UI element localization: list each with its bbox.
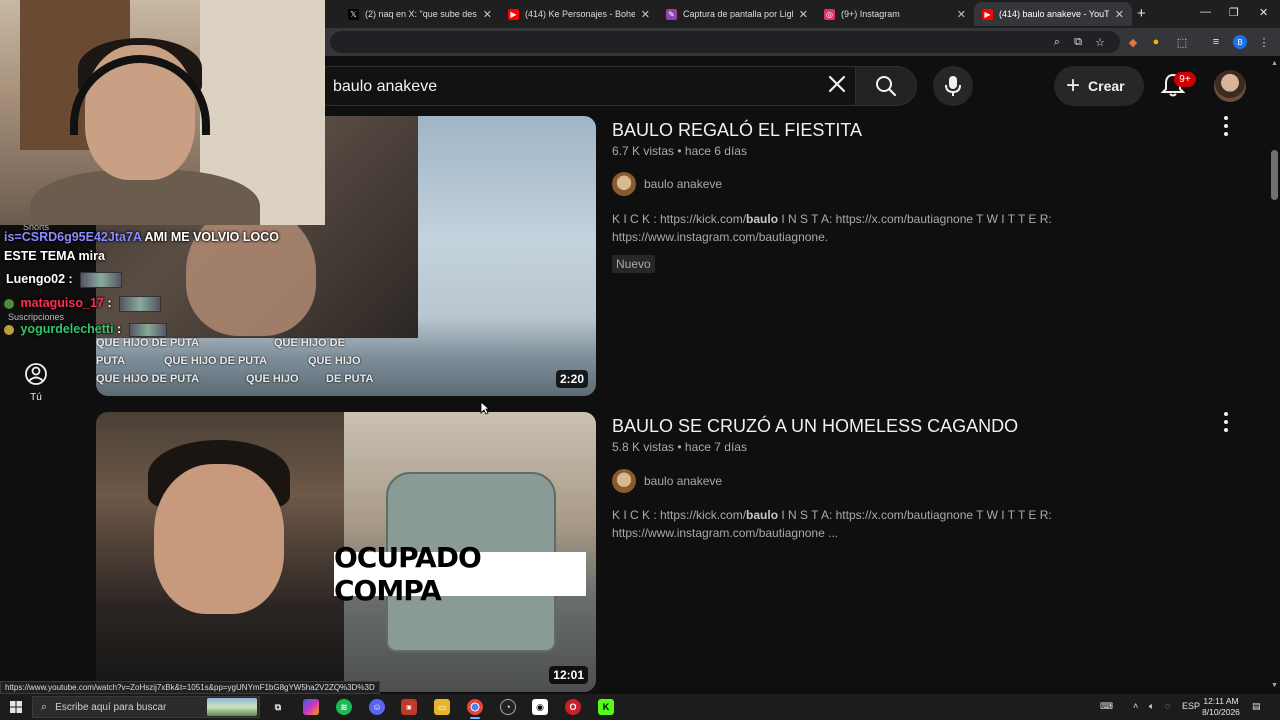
- lightshot-icon: ✎: [666, 8, 677, 20]
- voice-search-button[interactable]: [933, 66, 973, 106]
- plus-icon: +: [1066, 72, 1081, 99]
- tab-youtube-search-active[interactable]: ▶ (414) baulo anakeve - YouTube ✕: [974, 2, 1132, 26]
- chrome-icon[interactable]: [467, 699, 483, 719]
- new-tab-button[interactable]: +: [1137, 5, 1146, 22]
- search-button[interactable]: [855, 66, 917, 106]
- chat-emote: [80, 271, 123, 288]
- zoom-icon[interactable]: ⌕: [1049, 34, 1065, 50]
- video-metadata: 6.7 K vistas • hace 6 días: [612, 144, 747, 158]
- video-description-snippet: K I C K : https://kick.com/baulo I N S T…: [612, 508, 1052, 540]
- microphone-icon: [945, 76, 961, 96]
- chat-message: yogurdelechetti :: [4, 319, 167, 339]
- video-duration: 2:20: [555, 370, 588, 388]
- cast-icon[interactable]: ⧉: [1070, 34, 1086, 50]
- create-button[interactable]: + Crear: [1054, 66, 1144, 106]
- notification-center-icon[interactable]: ▤: [1252, 701, 1261, 712]
- extension-icon[interactable]: ◆: [1125, 34, 1141, 50]
- file-explorer-icon[interactable]: ▭: [434, 699, 450, 715]
- keyboard-icon[interactable]: ⌨: [1100, 701, 1113, 712]
- video-duration: 12:01: [549, 666, 588, 684]
- chat-message: is=CSRD6g95E42Jta7A AMI ME VOLVIO LOCO: [4, 230, 279, 244]
- search-highlight-image: [207, 698, 257, 716]
- bookmark-star-icon[interactable]: ☆: [1092, 34, 1108, 50]
- channel-link[interactable]: baulo anakeve: [612, 469, 722, 493]
- scrollbar-thumb[interactable]: [1271, 150, 1278, 200]
- chat-emote: [119, 295, 161, 312]
- video-title-link[interactable]: BAULO REGALÓ EL FIESTITA: [612, 120, 862, 141]
- window-close-icon[interactable]: ✕: [1259, 6, 1268, 19]
- spotify-icon[interactable]: ≋: [336, 699, 352, 715]
- mouse-cursor-icon: [480, 401, 490, 415]
- browser-menu-icon[interactable]: ⋮: [1256, 34, 1272, 50]
- x-icon: 𝕏: [348, 8, 359, 20]
- taskbar-clock[interactable]: 12:11 AM 8/10/2026: [1196, 696, 1246, 718]
- copilot-icon[interactable]: [303, 699, 319, 715]
- chat-message: Luengo02 :: [6, 269, 123, 289]
- thumbnail-person-image: [96, 412, 344, 692]
- video-metadata: 5.8 K vistas • hace 7 días: [612, 440, 747, 454]
- link-hover-status-url: https://www.youtube.com/watch?v=ZoHszij7…: [0, 681, 380, 694]
- windows-taskbar: ⌕ Escribe aquí para buscar ⧉ ≋ ☺ ▣ ▭ ◔ ◉…: [0, 694, 1280, 720]
- search-input[interactable]: baulo anakeve: [310, 66, 860, 106]
- tab-lightshot[interactable]: ✎ Captura de pantalla por Lightsh ✕: [658, 2, 816, 26]
- extension-icon[interactable]: ●: [1148, 34, 1164, 50]
- video-thumbnail[interactable]: OCUPADO COMPA 12:01: [96, 412, 596, 692]
- more-actions-icon[interactable]: [1218, 412, 1234, 432]
- channel-link[interactable]: baulo anakeve: [612, 172, 722, 196]
- streamer-webcam-overlay: [0, 0, 325, 225]
- search-icon: [876, 76, 897, 97]
- close-tab-icon[interactable]: ✕: [641, 8, 650, 21]
- speaker-icon[interactable]: 🔈︎: [1149, 701, 1154, 712]
- tray-chevron-icon[interactable]: ˄: [1133, 701, 1138, 711]
- taskbar-search-box[interactable]: ⌕ Escribe aquí para buscar: [32, 696, 260, 718]
- screen: 𝕏 (2) naq en X: "que sube deshi a ✕ ▶ (4…: [0, 0, 1280, 720]
- more-actions-icon[interactable]: [1218, 116, 1234, 136]
- tab-youtube-bohemian[interactable]: ▶ (414) Ke Personajes - Bohemian ✕: [500, 2, 658, 26]
- video-title-link[interactable]: BAULO SE CRUZÓ A UN HOMELESS CAGANDO: [612, 416, 1018, 437]
- user-circle-icon: [25, 363, 47, 385]
- channel-avatar: [612, 172, 636, 196]
- chat-emote: [128, 322, 167, 337]
- obs-icon[interactable]: ◉: [532, 699, 548, 715]
- minimize-icon[interactable]: —: [1200, 6, 1211, 18]
- tab-instagram[interactable]: ◎ (9+) Instagram ✕: [816, 2, 974, 26]
- chat-badge-icon: [4, 324, 14, 335]
- chat-message: mataguiso_17 :: [4, 293, 161, 313]
- windows-start-icon[interactable]: [10, 701, 22, 713]
- kick-icon[interactable]: K: [598, 699, 614, 715]
- search-icon: ⌕: [41, 700, 48, 713]
- browser-profile-avatar[interactable]: B: [1233, 35, 1247, 49]
- app-icon[interactable]: ◔: [500, 699, 516, 715]
- youtube-icon: ▶: [982, 8, 993, 20]
- notification-count-badge: 9+: [1174, 72, 1196, 87]
- clear-search-icon[interactable]: [826, 73, 848, 95]
- channel-avatar: [612, 469, 636, 493]
- scroll-down-arrow-icon[interactable]: ▼: [1271, 682, 1278, 689]
- reading-list-icon[interactable]: ≡: [1208, 34, 1224, 50]
- extensions-puzzle-icon[interactable]: ⬚: [1174, 34, 1190, 50]
- thumbnail-caption: OCUPADO COMPA: [334, 541, 586, 607]
- task-view-icon[interactable]: ⧉: [270, 699, 286, 715]
- opera-icon[interactable]: O: [565, 699, 581, 715]
- tab-x[interactable]: 𝕏 (2) naq en X: "que sube deshi a ✕: [340, 2, 500, 26]
- video-description-snippet: K I C K : https://kick.com/baulo I N S T…: [612, 212, 1052, 244]
- account-avatar[interactable]: [1214, 70, 1246, 102]
- app-icon[interactable]: ▣: [401, 699, 417, 715]
- guide-you[interactable]: Tú: [0, 362, 72, 403]
- new-badge: Nuevo: [612, 255, 655, 273]
- discord-icon[interactable]: ☺: [369, 699, 385, 715]
- close-tab-icon[interactable]: ✕: [483, 8, 492, 21]
- restore-icon[interactable]: ❐: [1229, 6, 1239, 19]
- scroll-up-arrow-icon[interactable]: ▲: [1271, 60, 1278, 67]
- close-tab-icon[interactable]: ✕: [957, 8, 966, 21]
- address-bar[interactable]: [330, 31, 1120, 53]
- close-tab-icon[interactable]: ✕: [1115, 8, 1124, 21]
- instagram-icon: ◎: [824, 8, 835, 20]
- chat-badge-icon: [4, 298, 14, 309]
- close-tab-icon[interactable]: ✕: [799, 8, 808, 21]
- network-icon[interactable]: ◌: [1165, 701, 1170, 711]
- chat-message: ESTE TEMA mira: [4, 249, 105, 263]
- youtube-icon: ▶: [508, 8, 519, 20]
